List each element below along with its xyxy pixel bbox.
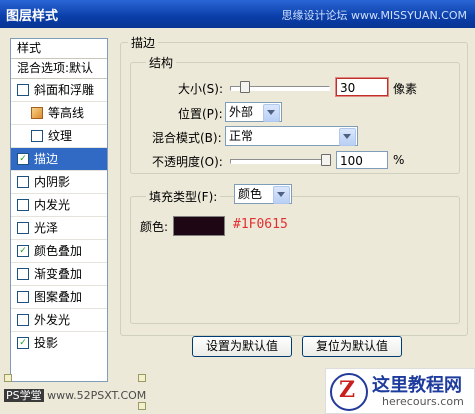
fill-type-label: 填充类型(F): [146, 188, 221, 205]
ps-badge: PS学堂 [4, 389, 44, 402]
color-hex-annotation: #1F0615 [233, 217, 288, 232]
blend-mode-label: 混合模式(B): [152, 131, 222, 145]
footer-site: www.52PSXT.COM [47, 389, 147, 402]
sidebar-item-outer-glow[interactable]: 外发光 [11, 309, 107, 332]
blend-options-item[interactable]: 混合选项:默认 [11, 59, 107, 79]
opacity-input[interactable]: 100 [336, 151, 388, 169]
chevron-down-icon[interactable] [339, 128, 356, 146]
color-label: 颜色: [140, 220, 169, 234]
chevron-down-icon[interactable] [263, 104, 280, 122]
checkbox[interactable] [17, 267, 29, 280]
checkbox[interactable] [17, 221, 29, 234]
corner-mark-icon [138, 402, 146, 410]
sidebar-item-gradient-overlay[interactable]: 渐变叠加 [11, 263, 107, 286]
sidebar-item-contour[interactable]: 等高线 [11, 102, 107, 125]
fill-type-select[interactable]: 颜色 [234, 184, 292, 204]
sidebar-item-bevel-emboss[interactable]: 斜面和浮雕 [11, 79, 107, 102]
opacity-unit: % [393, 153, 405, 167]
dialog-body: 样式 混合选项:默认 斜面和浮雕 等高线 纹理 ✓ 描边 内阴影 内发光 光泽 ✓… [0, 28, 475, 414]
watermark: 思缘设计论坛 www.MISSYUAN.COM [281, 9, 467, 22]
title-bar: 图层样式 思缘设计论坛 www.MISSYUAN.COM [0, 0, 475, 28]
sidebar-item-inner-shadow[interactable]: 内阴影 [11, 171, 107, 194]
logo-title: 这里教程网 [372, 375, 462, 396]
size-input[interactable]: 30 [335, 77, 389, 97]
structure-title: 结构 [146, 54, 177, 71]
site-logo: 这里教程网 herecours.com [325, 368, 475, 414]
sidebar-item-inner-glow[interactable]: 内发光 [11, 194, 107, 217]
position-select[interactable]: 外部 [225, 102, 282, 122]
stroke-section-title: 描边 [128, 34, 159, 51]
sidebar-item-drop-shadow[interactable]: ✓ 投影 [11, 332, 107, 354]
window-title: 图层样式 [6, 9, 59, 24]
logo-subtitle: herecours.com [382, 395, 464, 408]
logo-z-icon [330, 373, 368, 411]
style-list: 样式 混合选项:默认 斜面和浮雕 等高线 纹理 ✓ 描边 内阴影 内发光 光泽 ✓… [10, 38, 108, 382]
checkbox-checked[interactable]: ✓ [17, 244, 29, 257]
contour-checkbox[interactable] [31, 106, 43, 119]
opacity-slider[interactable] [230, 159, 330, 164]
color-swatch[interactable] [173, 216, 225, 236]
checkbox[interactable] [17, 175, 29, 188]
footer-watermark: PS学堂 www.52PSXT.COM [4, 387, 146, 403]
checkbox[interactable] [17, 198, 29, 211]
sidebar-item-color-overlay[interactable]: ✓ 颜色叠加 [11, 240, 107, 263]
checkbox[interactable] [17, 290, 29, 303]
size-unit: 像素 [393, 82, 418, 96]
sidebar-item-texture[interactable]: 纹理 [11, 125, 107, 148]
corner-mark-icon [4, 374, 12, 382]
chevron-down-icon[interactable] [273, 186, 290, 204]
size-slider-thumb[interactable] [240, 81, 250, 93]
sidebar-item-pattern-overlay[interactable]: 图案叠加 [11, 286, 107, 309]
set-default-button[interactable]: 设置为默认值 [192, 336, 292, 357]
opacity-slider-thumb[interactable] [321, 154, 331, 166]
sidebar-item-stroke[interactable]: ✓ 描边 [11, 148, 107, 171]
opacity-label: 不透明度(O): [152, 155, 223, 169]
checkbox-checked[interactable]: ✓ [17, 152, 29, 165]
styles-header[interactable]: 样式 [11, 39, 107, 59]
blend-mode-select[interactable]: 正常 [225, 126, 358, 146]
size-label: 大小(S): [178, 82, 224, 96]
corner-mark-icon [138, 374, 146, 382]
reset-default-button[interactable]: 复位为默认值 [302, 336, 402, 357]
position-label: 位置(P): [178, 107, 223, 121]
checkbox[interactable] [17, 313, 29, 326]
checkbox-checked[interactable]: ✓ [17, 336, 29, 349]
checkbox[interactable] [17, 83, 29, 96]
checkbox[interactable] [31, 129, 43, 142]
sidebar-item-satin[interactable]: 光泽 [11, 217, 107, 240]
